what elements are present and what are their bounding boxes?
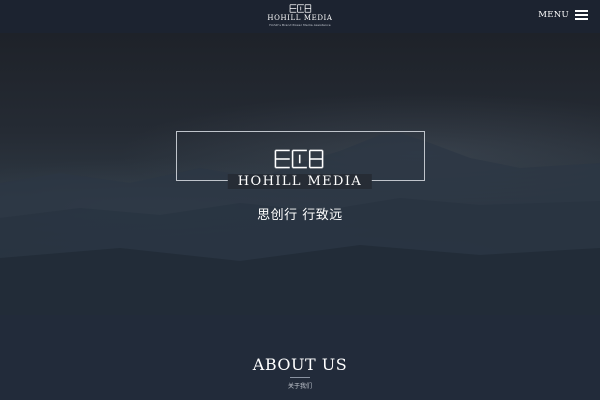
header-brand-name: HOHILL MEDIA xyxy=(267,14,333,22)
hohill-hero-logo-icon xyxy=(274,149,324,169)
top-navigation-bar: HOHILL MEDIA Hohill's Brand Power Media … xyxy=(0,0,600,33)
menu-label: MENU xyxy=(538,10,569,20)
about-title: ABOUT US xyxy=(252,355,348,374)
hohill-logo-mark-icon xyxy=(289,4,311,13)
hero-slogan: 思创行 行致远 xyxy=(257,208,343,223)
header-tagline: Hohill's Brand Power Media Assistance xyxy=(269,23,331,27)
about-subtitle: 关于我们 xyxy=(287,383,312,390)
about-section: ABOUT US 关于我们 xyxy=(0,315,600,400)
menu-button[interactable]: MENU xyxy=(538,10,588,20)
hero-banner: HOHILL MEDIA 思创行 行致远 xyxy=(0,33,600,315)
hero-brand-name: HOHILL MEDIA xyxy=(227,174,373,189)
hamburger-icon xyxy=(575,10,588,20)
about-divider xyxy=(290,377,310,378)
header-logo[interactable]: HOHILL MEDIA Hohill's Brand Power Media … xyxy=(267,4,332,27)
